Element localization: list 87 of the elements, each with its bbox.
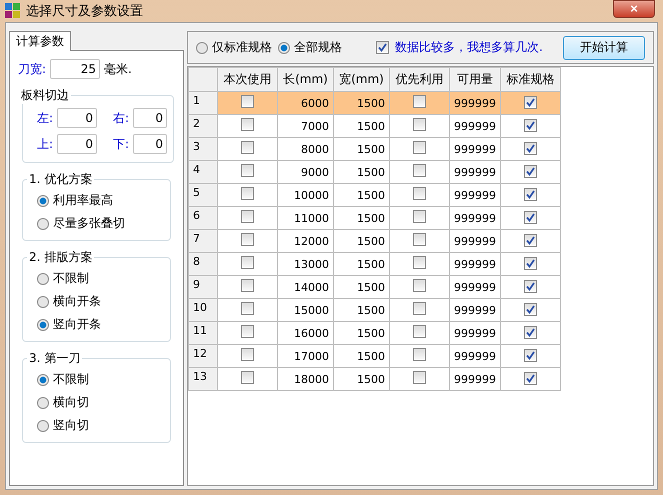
table-cell: 999999 <box>450 92 500 114</box>
table-cell: 11000 <box>278 206 334 230</box>
table-cell: 7000 <box>278 114 334 138</box>
checkbox-label: 数据比较多，我想多算几次. <box>395 39 543 56</box>
table-cell: 1500 <box>334 138 390 160</box>
table-cell: 17000 <box>278 344 334 368</box>
option-label: 横向开条 <box>53 293 101 310</box>
table-cell: 1500 <box>334 206 390 230</box>
table-cell: 999999 <box>450 206 500 230</box>
row-header[interactable]: 10 <box>188 298 218 322</box>
table-cell: 999999 <box>450 160 500 184</box>
group-title: 3. 第一刀 <box>28 350 82 367</box>
row-header[interactable]: 12 <box>188 344 218 368</box>
option-label: 不限制 <box>53 371 89 388</box>
table-cell: 1500 <box>334 322 390 344</box>
option-label: 尽量多张叠切 <box>53 215 125 232</box>
field-label: 右: <box>112 110 129 126</box>
table-cell: 999999 <box>450 252 500 276</box>
table-cell: 999999 <box>450 344 500 368</box>
input-field[interactable]: 0 <box>133 134 167 154</box>
start-button[interactable]: 开始计算 <box>563 36 645 60</box>
table-cell: 12000 <box>278 230 334 252</box>
tab[interactable]: 计算参数 <box>9 31 71 51</box>
row-header[interactable]: 6 <box>188 206 218 230</box>
row-header[interactable]: 1 <box>188 92 218 114</box>
table-cell: 1500 <box>334 160 390 184</box>
table-cell: 1500 <box>334 114 390 138</box>
row-header[interactable]: 2 <box>188 114 218 138</box>
input-field[interactable]: 0 <box>57 134 97 154</box>
table-cell: 1500 <box>334 344 390 368</box>
unit-label: 毫米. <box>104 60 132 78</box>
option-label: 竖向切 <box>53 417 89 434</box>
table-cell: 1500 <box>334 368 390 390</box>
table-cell: 6000 <box>278 92 334 114</box>
window-title: 选择尺寸及参数设置 <box>26 3 143 20</box>
input-field[interactable]: 0 <box>133 108 167 128</box>
option-label: 全部规格 <box>294 39 342 56</box>
table-cell: 18000 <box>278 368 334 390</box>
table-cell: 10000 <box>278 184 334 206</box>
table-cell: 9000 <box>278 160 334 184</box>
group-title: 板料切边 <box>20 87 70 104</box>
table-cell: 1500 <box>334 276 390 298</box>
table-cell: 999999 <box>450 322 500 344</box>
field-label: 左: <box>36 110 53 126</box>
table-cell: 999999 <box>450 184 500 206</box>
table-cell: 1500 <box>334 230 390 252</box>
column-header: 可用量 <box>450 68 500 92</box>
row-header[interactable]: 7 <box>188 230 218 252</box>
option-label: 仅标准规格 <box>212 39 272 56</box>
row-header[interactable]: 8 <box>188 252 218 276</box>
table-cell: 1500 <box>334 184 390 206</box>
table-cell: 999999 <box>450 276 500 298</box>
row-header[interactable]: 3 <box>188 138 218 160</box>
row-header[interactable]: 9 <box>188 276 218 298</box>
table-cell: 1500 <box>334 298 390 322</box>
option-label: 利用率最高 <box>53 192 113 209</box>
option-label: 竖向开条 <box>53 316 101 333</box>
table-cell: 999999 <box>450 368 500 390</box>
row-header[interactable]: 11 <box>188 322 218 344</box>
table-cell: 999999 <box>450 230 500 252</box>
option-label: 横向切 <box>53 394 89 411</box>
table-cell: 1500 <box>334 92 390 114</box>
column-header: 长(mm) <box>278 68 334 92</box>
input-field[interactable]: 25 <box>50 59 100 79</box>
table-cell: 999999 <box>450 298 500 322</box>
column-header: 标准规格 <box>500 68 560 92</box>
table-cell: 1500 <box>334 252 390 276</box>
input-field[interactable]: 0 <box>57 108 97 128</box>
column-header: 宽(mm) <box>334 68 390 92</box>
table-cell: 999999 <box>450 114 500 138</box>
table-cell: 8000 <box>278 138 334 160</box>
table-cell: 15000 <box>278 298 334 322</box>
column-header: 本次使用 <box>218 68 278 92</box>
row-header[interactable]: 5 <box>188 184 218 206</box>
column-header: 优先利用 <box>390 68 450 92</box>
table-cell: 16000 <box>278 322 334 344</box>
field-label: 下: <box>112 136 129 152</box>
field-label: 上: <box>36 136 53 152</box>
table-cell: 13000 <box>278 252 334 276</box>
group-title: 1. 优化方案 <box>28 171 94 188</box>
row-header[interactable]: 13 <box>188 368 218 390</box>
group-title: 2. 排版方案 <box>28 249 94 266</box>
table-cell: 999999 <box>450 138 500 160</box>
table-cell: 14000 <box>278 276 334 298</box>
option-label: 不限制 <box>53 270 89 287</box>
row-header[interactable]: 4 <box>188 160 218 184</box>
field-label: 刀宽: <box>18 60 46 78</box>
